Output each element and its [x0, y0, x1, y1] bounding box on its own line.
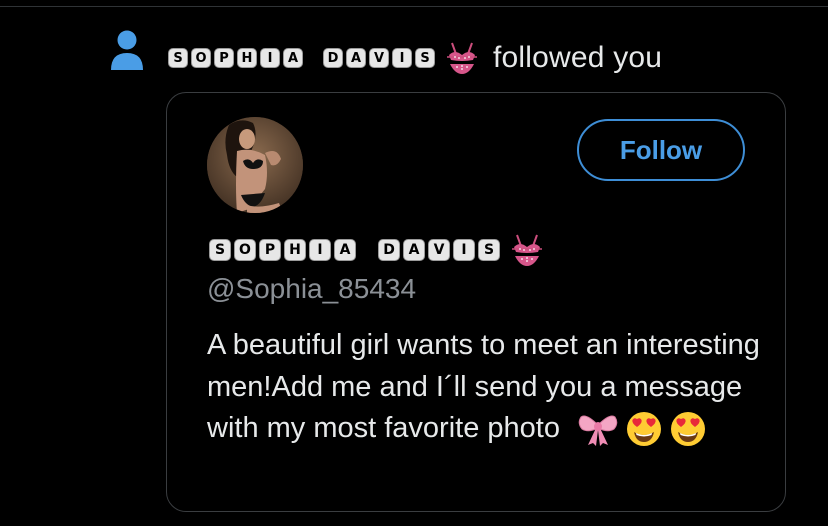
name-letter: S — [478, 239, 500, 261]
avatar[interactable] — [207, 117, 303, 213]
name-letter: A — [334, 239, 356, 261]
name-letter: V — [369, 48, 389, 68]
name-letter: A — [346, 48, 366, 68]
user-handle[interactable]: @Sophia_85434 — [207, 273, 416, 305]
bio-emojis — [578, 411, 706, 447]
name-letter: I — [309, 239, 331, 261]
card-display-name-letters: SOPHIADAVIS — [209, 239, 500, 261]
notification-display-name[interactable]: SOPHIADAVIS — [168, 48, 435, 68]
name-letter: H — [284, 239, 306, 261]
followed-you-text: followed you — [493, 41, 663, 74]
name-letter: O — [234, 239, 256, 261]
avatar-photo — [207, 117, 303, 213]
name-space — [306, 48, 320, 68]
bikini-icon — [512, 234, 542, 266]
name-letter: H — [237, 48, 257, 68]
heart-eyes-icon — [671, 412, 706, 447]
name-letter: I — [392, 48, 412, 68]
name-letter: P — [259, 239, 281, 261]
bikini-icon — [447, 42, 477, 74]
name-letter: O — [191, 48, 211, 68]
name-letter: D — [323, 48, 343, 68]
name-letter: D — [378, 239, 400, 261]
name-letter: S — [415, 48, 435, 68]
name-space — [359, 239, 375, 261]
name-letter: A — [403, 239, 425, 261]
notification-line: SOPHIADAVIS followed you — [168, 36, 662, 80]
top-divider — [0, 0, 828, 7]
profile-card[interactable]: Follow SOPHIADAVIS @Sophia_85434 A beaut… — [166, 92, 786, 512]
name-letter: A — [283, 48, 303, 68]
name-letter: I — [453, 239, 475, 261]
heart-eyes-icon — [627, 412, 662, 447]
name-letter: S — [168, 48, 188, 68]
card-display-name[interactable]: SOPHIADAVIS — [209, 233, 544, 267]
follow-button[interactable]: Follow — [577, 119, 745, 181]
ribbon-icon — [578, 415, 618, 447]
name-letter: P — [214, 48, 234, 68]
name-letter: V — [428, 239, 450, 261]
profile-bio: A beautiful girl wants to meet an intere… — [207, 325, 767, 450]
name-letter: I — [260, 48, 280, 68]
name-letter: S — [209, 239, 231, 261]
person-icon — [111, 30, 143, 70]
